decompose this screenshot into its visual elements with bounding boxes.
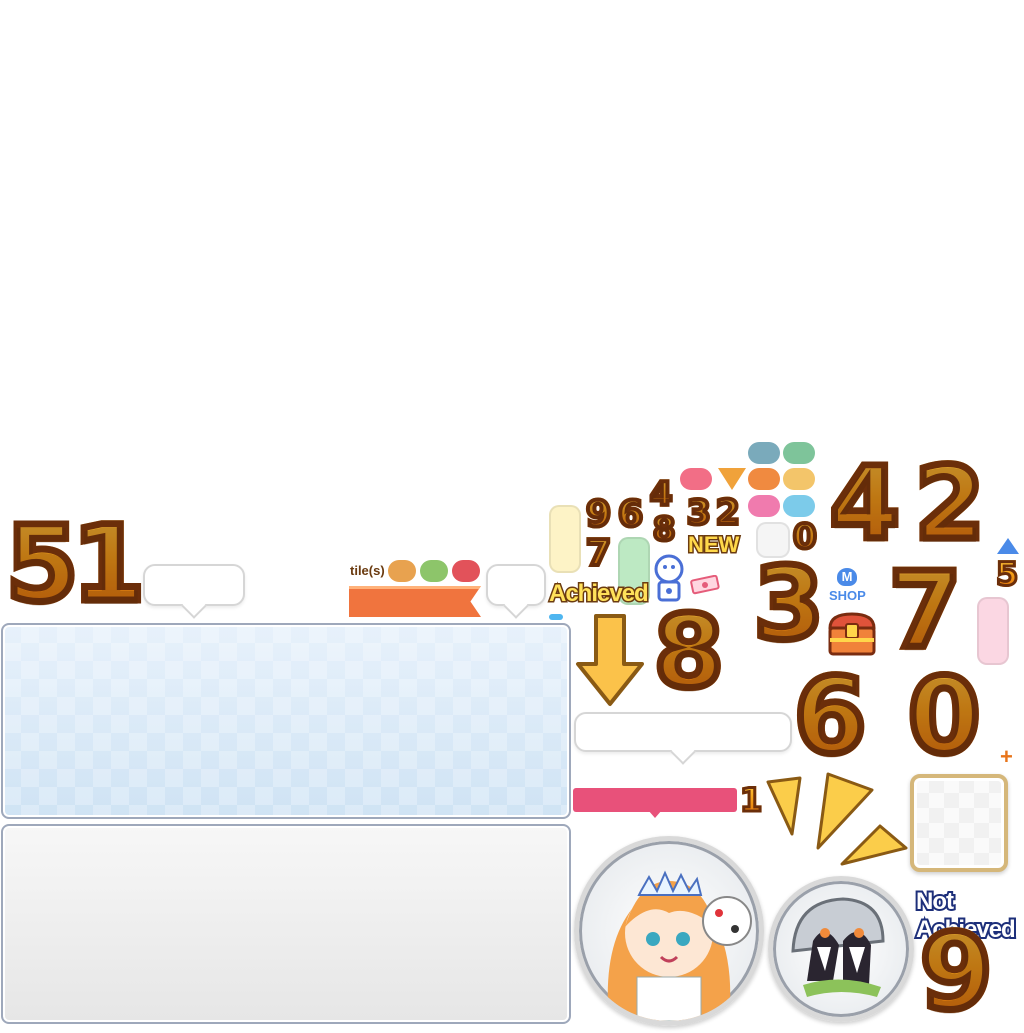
down-arrow-icon [576,614,644,706]
number-8-small: 8 [651,510,677,548]
plus-sign: + [1000,744,1013,769]
red-pill [452,560,480,582]
speech-bubble-tiny [486,564,546,606]
number-1-small: 1 [738,781,763,819]
number-51: 51 [3,503,149,625]
orange-ribbon [349,586,481,617]
achieved-label: Achieved [548,579,651,609]
gray-panel [1,824,571,1024]
teal-pill [748,442,780,464]
amber-pill [748,468,780,490]
pink-pill [680,468,712,490]
speech-bubble-small [143,564,245,606]
number-3-large: 3 [751,545,828,662]
shop-m-badge: M [837,568,857,586]
treasure-chest-icon [828,612,876,656]
number-4-small: 4 [648,475,674,513]
number-9-small: 9 [584,494,613,535]
number-7-small: 7 [584,533,613,574]
sand-pill [783,468,815,490]
number-3-small: 3 [685,493,713,533]
princess-character-icon [607,870,752,1021]
tiles-label: tile(s) [350,563,385,578]
blue-tick [549,614,563,620]
food-item-portrait [768,876,914,1022]
character-portrait [574,836,764,1026]
mint-pill [783,442,815,464]
number-6-large: 6 [790,655,869,777]
ticket-icon [690,575,720,595]
pink-ribbon-tail [648,810,662,818]
number-0-large: 0 [904,655,983,777]
rice-ball-icon [791,897,885,997]
shop-icon: M SHOP [829,568,869,608]
triangle-down-icon [718,468,746,490]
rose-pill [748,495,780,517]
pink-ribbon [573,788,737,812]
number-8-large: 8 [651,593,728,710]
new-label: NEW [686,531,740,559]
item-frame [910,774,1008,872]
cream-bar [549,505,581,573]
number-9-large: 9 [916,911,995,1033]
number-2-large: 2 [912,445,989,562]
number-5-small: 5 [994,555,1019,593]
number-4-large: 4 [827,445,904,562]
speech-bubble-wide [574,712,792,752]
number-2-small: 2 [714,493,742,533]
shop-label: SHOP [829,588,866,603]
green-pill [420,560,448,582]
triangle-up-icon [997,538,1019,554]
number-7-large: 7 [885,549,964,671]
number-6-small: 6 [616,494,645,535]
pink-bar [977,597,1009,665]
orange-pill [388,560,416,582]
blue-panel [1,623,571,819]
burst-effect-icon [766,772,908,866]
sky-pill [783,495,815,517]
